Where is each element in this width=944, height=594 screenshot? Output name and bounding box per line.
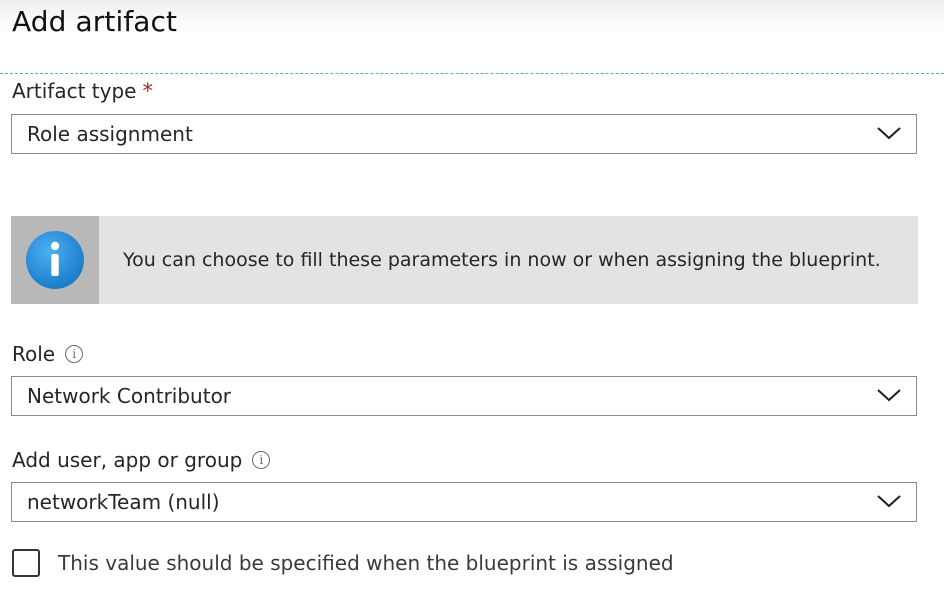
artifact-type-label: Artifact type: [12, 79, 137, 103]
assign-later-checkbox[interactable]: [12, 549, 40, 577]
principal-label-row: Add user, app or group i: [12, 448, 271, 472]
chevron-down-icon: [877, 127, 901, 140]
info-banner-text: You can choose to fill these parameters …: [123, 249, 881, 271]
chevron-down-icon: [877, 495, 901, 508]
role-label: Role: [12, 342, 56, 366]
info-banner: You can choose to fill these parameters …: [11, 216, 918, 304]
role-dropdown[interactable]: Network Contributor: [11, 376, 917, 416]
principal-value: networkTeam (null): [27, 490, 220, 514]
artifact-type-label-row: Artifact type *: [12, 79, 153, 103]
required-marker: *: [142, 78, 153, 103]
role-label-row: Role i: [12, 342, 84, 366]
assign-later-row: This value should be specified when the …: [12, 549, 674, 577]
assign-later-label: This value should be specified when the …: [58, 551, 674, 575]
add-artifact-panel: Add artifact Artifact type * Role assign…: [0, 0, 944, 594]
page-title: Add artifact: [12, 5, 178, 38]
artifact-type-dropdown[interactable]: Role assignment: [11, 114, 917, 154]
artifact-type-value: Role assignment: [27, 122, 193, 146]
principal-dropdown[interactable]: networkTeam (null): [11, 482, 917, 522]
role-value: Network Contributor: [27, 384, 232, 408]
panel-header: Add artifact: [0, 0, 944, 74]
info-icon: [26, 231, 84, 289]
role-info-icon[interactable]: i: [65, 345, 84, 363]
header-divider: [0, 73, 944, 74]
chevron-down-icon: [877, 389, 901, 402]
info-banner-icon-box: [11, 216, 99, 304]
principal-label: Add user, app or group: [12, 448, 243, 472]
principal-info-icon[interactable]: i: [252, 451, 271, 469]
